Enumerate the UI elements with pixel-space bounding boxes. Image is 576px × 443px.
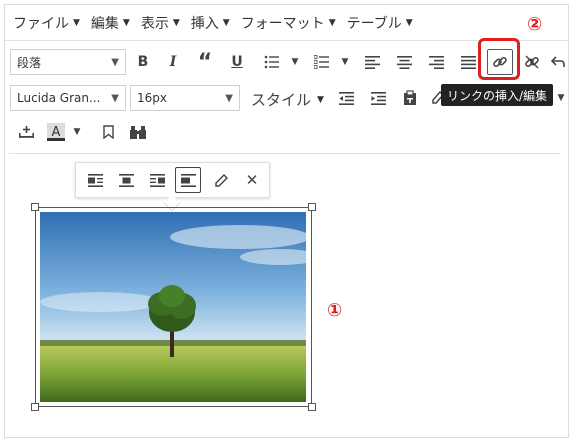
image-align-left-button[interactable] [82, 167, 108, 193]
tree-landscape-illustration [40, 212, 306, 402]
image-toolbar: ✕ [75, 162, 270, 198]
chevron-down-icon: ▼ [222, 17, 230, 28]
blockquote-button[interactable]: “ [192, 49, 218, 75]
annotation-marker-1: ① [327, 300, 343, 321]
align-none-icon [180, 173, 196, 187]
edit-icon [214, 173, 228, 187]
text-color-icon[interactable]: A [43, 119, 69, 145]
image-align-right-button[interactable] [144, 167, 170, 193]
chevron-down-icon: ▼ [172, 17, 180, 28]
bookmark-icon[interactable] [95, 119, 121, 145]
outdent-icon[interactable] [333, 85, 359, 111]
menu-edit[interactable]: 編集 ▼ [91, 13, 130, 33]
undo-icon[interactable] [549, 49, 567, 75]
link-tooltip: リンクの挿入/編集 [441, 84, 554, 106]
chevron-down-icon: ▼ [111, 56, 119, 68]
bold-button[interactable]: B [130, 49, 156, 75]
resize-handle-top-right[interactable] [308, 203, 316, 211]
image-align-none-button[interactable] [175, 167, 201, 193]
menu-format-label: フォーマット [240, 15, 325, 32]
align-left-icon [87, 173, 103, 187]
chevron-down-icon: ▼ [122, 17, 130, 28]
menu-edit-label: 編集 [90, 15, 119, 32]
resize-handle-bottom-left[interactable] [31, 403, 39, 411]
menu-file[interactable]: ファイル ▼ [13, 13, 80, 33]
resize-handle-bottom-right[interactable] [308, 403, 316, 411]
chevron-down-icon[interactable]: ▼ [553, 85, 569, 111]
underline-button[interactable]: U [224, 49, 250, 75]
toolbar-content-divider [9, 153, 561, 154]
align-left-icon[interactable] [359, 49, 385, 75]
insert-below-icon[interactable] [13, 119, 39, 145]
menubar: ファイル ▼ 編集 ▼ 表示 ▼ 挿入 ▼ フォーマット ▼ テーブル ▼ [5, 5, 568, 41]
font-family-select[interactable]: Lucida Gran... ▼ [10, 85, 126, 111]
chevron-down-icon: ▼ [328, 17, 336, 28]
paste-text-icon[interactable] [397, 85, 423, 111]
menu-insert-label: 挿入 [190, 15, 219, 32]
align-center-icon[interactable] [391, 49, 417, 75]
align-right-icon[interactable] [423, 49, 449, 75]
styles-menu-label: スタイル [251, 91, 312, 109]
menu-table-label: テーブル [346, 15, 402, 32]
format-select-value: 段落 [17, 55, 42, 70]
link-tooltip-text: リンクの挿入/編集 [447, 88, 548, 103]
numbered-list-dropdown-icon[interactable]: ▼ [332, 49, 358, 75]
image-align-center-button[interactable] [113, 167, 139, 193]
find-binoculars-icon[interactable] [125, 119, 151, 145]
image-remove-button[interactable]: ✕ [239, 167, 265, 193]
align-right-icon [149, 173, 165, 187]
menu-file-label: ファイル [13, 15, 69, 32]
menu-insert[interactable]: 挿入 ▼ [191, 13, 230, 33]
link-highlight-box [478, 38, 520, 80]
toolbar-row-3: A ▼ [5, 115, 568, 149]
indent-icon[interactable] [365, 85, 391, 111]
unlink-icon[interactable] [519, 49, 545, 75]
format-select[interactable]: 段落 ▼ [10, 49, 126, 75]
menu-table[interactable]: テーブル ▼ [347, 13, 413, 33]
chevron-down-icon: ▼ [111, 92, 119, 104]
svg-text:A: A [52, 125, 61, 140]
italic-button[interactable]: I [160, 49, 186, 75]
annotation-marker-2: ② [527, 14, 543, 35]
remove-icon: ✕ [245, 171, 259, 189]
landscape-image[interactable] [40, 212, 306, 402]
font-size-select[interactable]: 16px ▼ [130, 85, 240, 111]
font-size-value: 16px [137, 91, 167, 105]
align-center-icon [118, 173, 134, 187]
font-family-value: Lucida Gran... [17, 91, 101, 105]
chevron-down-icon: ▼ [405, 17, 413, 28]
chevron-down-icon: ▼ [317, 94, 324, 105]
styles-menu[interactable]: スタイル ▼ [251, 89, 324, 110]
chevron-down-icon: ▼ [225, 92, 233, 104]
menu-view[interactable]: 表示 ▼ [141, 13, 180, 33]
chevron-down-icon: ▼ [73, 17, 80, 28]
resize-handle-top-left[interactable] [31, 203, 39, 211]
image-edit-button[interactable] [208, 167, 234, 193]
bullet-list-dropdown-icon[interactable]: ▼ [282, 49, 308, 75]
text-color-dropdown-icon[interactable]: ▼ [69, 119, 85, 145]
menu-format[interactable]: フォーマット ▼ [241, 13, 336, 33]
menu-view-label: 表示 [140, 15, 169, 32]
